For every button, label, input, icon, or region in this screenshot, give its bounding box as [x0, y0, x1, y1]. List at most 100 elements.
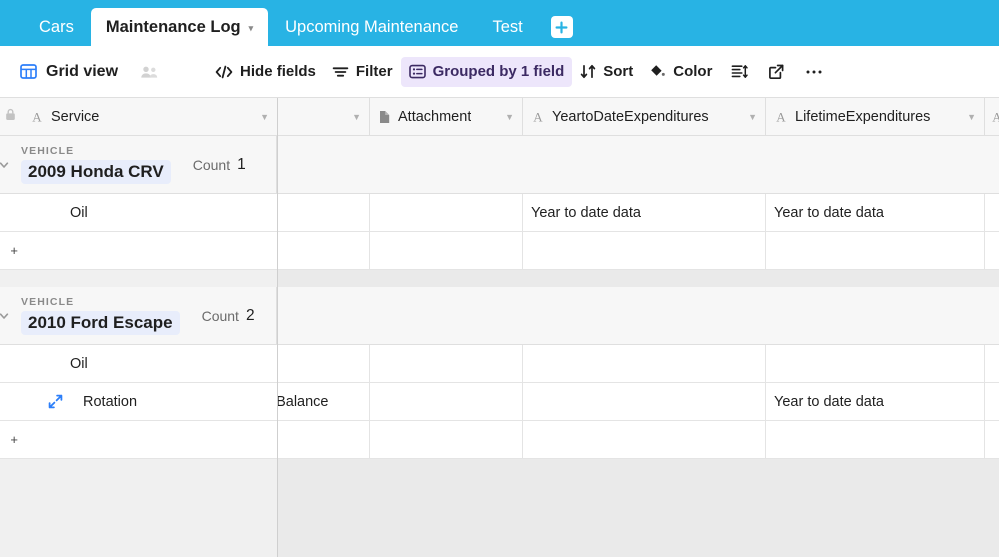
text-field-icon: A	[30, 110, 44, 124]
expand-record-icon[interactable]	[46, 393, 64, 411]
filter-button[interactable]: Filter	[324, 57, 401, 87]
cell-attachment[interactable]	[370, 383, 523, 420]
column-header-label: Attachment	[398, 108, 472, 125]
column-header-partial[interactable]: A	[985, 98, 999, 135]
cell-partial[interactable]	[985, 383, 999, 420]
tab-cars[interactable]: Cars	[22, 8, 91, 46]
group-header-ford: VEHICLE 2010 Ford Escape Count 2	[0, 287, 999, 345]
cell-partial[interactable]	[985, 345, 999, 382]
group-count-label: Count	[201, 307, 239, 324]
add-row-ford[interactable]: +	[0, 421, 999, 459]
sort-button[interactable]: Sort	[572, 57, 641, 87]
cell-clipped[interactable]: r	[278, 345, 370, 382]
add-row-cell[interactable]	[985, 232, 999, 269]
cell-lifetime[interactable]: Year to date data	[766, 194, 985, 231]
cell-value: Rotation	[83, 393, 138, 410]
color-button[interactable]: Color	[641, 57, 720, 87]
tab-test[interactable]: Test	[476, 8, 540, 46]
attachment-field-icon	[378, 110, 391, 124]
share-view-button[interactable]	[759, 57, 794, 87]
collaborators-icon[interactable]	[140, 65, 159, 79]
add-row-honda[interactable]: +	[0, 232, 999, 270]
add-row-cell[interactable]	[523, 232, 766, 269]
row-height-button[interactable]	[722, 57, 757, 87]
column-header-lifetime[interactable]: A LifetimeExpenditures ▼	[766, 98, 985, 135]
add-row-cell[interactable]	[766, 232, 985, 269]
svg-text:A: A	[992, 110, 999, 124]
hide-fields-button[interactable]: Hide fields	[207, 57, 324, 87]
group-label: Grouped by 1 field	[432, 63, 565, 80]
add-row-cell[interactable]	[22, 421, 278, 458]
column-header-row: A Service ▼ e ▼ Attachment ▼	[0, 98, 999, 136]
column-header-label: LifetimeExpenditures	[795, 108, 931, 125]
tab-label: Test	[492, 17, 523, 36]
chevron-down-icon[interactable]: ▼	[740, 112, 757, 122]
lock-icon	[5, 108, 16, 125]
column-header-ytd[interactable]: A YeartoDateExpenditures ▼	[523, 98, 766, 135]
add-row-cell[interactable]	[766, 421, 985, 458]
add-table-button[interactable]	[550, 16, 573, 38]
add-row-cell[interactable]	[523, 421, 766, 458]
view-switcher-button[interactable]: Grid view	[12, 57, 126, 87]
cell-lifetime[interactable]	[766, 345, 985, 382]
column-header-clipped[interactable]: e ▼	[278, 98, 370, 135]
group-button[interactable]: Grouped by 1 field	[400, 56, 573, 87]
add-row-cell[interactable]	[370, 421, 523, 458]
cell-ytd[interactable]	[523, 383, 766, 420]
table-row[interactable]: Oil r Year to date data Year to date dat…	[0, 194, 999, 232]
cell-value: Year to date data	[774, 393, 884, 410]
hide-fields-label: Hide fields	[240, 63, 316, 80]
table-row[interactable]: Oil r	[0, 345, 999, 383]
cell-service[interactable]: Rotation	[22, 383, 278, 420]
group-count[interactable]: Count 1	[193, 156, 246, 174]
table-tab-bar: Cars Maintenance Log ▾ Upcoming Maintena…	[0, 0, 999, 46]
add-row-cell[interactable]	[22, 232, 278, 269]
group-icon	[408, 64, 426, 79]
hide-fields-icon	[215, 65, 233, 79]
chevron-down-icon[interactable]: ▼	[252, 112, 269, 122]
chevron-down-icon[interactable]: ▾	[249, 23, 254, 33]
add-row-icon[interactable]: +	[10, 244, 18, 257]
add-row-cell[interactable]	[278, 232, 370, 269]
tab-upcoming-maintenance[interactable]: Upcoming Maintenance	[268, 8, 475, 46]
more-options-button[interactable]	[796, 57, 832, 87]
chevron-down-icon[interactable]: ▼	[497, 112, 514, 122]
cell-partial[interactable]	[985, 194, 999, 231]
add-row-cell[interactable]	[278, 421, 370, 458]
cell-attachment[interactable]	[370, 345, 523, 382]
column-header-attachment[interactable]: Attachment ▼	[370, 98, 523, 135]
text-field-icon: A	[774, 110, 788, 124]
group-field-label: VEHICLE	[21, 144, 75, 157]
filter-icon	[332, 65, 349, 79]
group-separator	[0, 270, 999, 287]
group-count-value: 1	[237, 155, 246, 173]
chevron-down-icon[interactable]: ▼	[959, 112, 976, 122]
cell-service[interactable]: Oil	[22, 194, 278, 231]
column-header-service[interactable]: A Service ▼	[22, 98, 278, 135]
group-field-label: VEHICLE	[21, 295, 75, 308]
cell-ytd[interactable]	[523, 345, 766, 382]
row-gutter: +	[0, 232, 22, 269]
group-value-chip: 2009 Honda CRV	[21, 159, 171, 185]
group-collapse-toggle[interactable]	[0, 161, 13, 169]
svg-text:A: A	[533, 110, 543, 124]
cell-clipped[interactable]: r	[278, 194, 370, 231]
cell-ytd[interactable]: Year to date data	[523, 194, 766, 231]
chevron-down-icon[interactable]: ▼	[344, 112, 361, 122]
group-count[interactable]: Count 2	[202, 307, 255, 325]
table-row[interactable]: Rotation n/Balance Year to date data	[0, 383, 999, 421]
tab-maintenance-log[interactable]: Maintenance Log ▾	[90, 8, 269, 46]
group-value-chip: 2010 Ford Escape	[21, 310, 180, 336]
add-row-cell[interactable]	[370, 232, 523, 269]
cell-lifetime[interactable]: Year to date data	[766, 383, 985, 420]
group-header-filler	[277, 287, 999, 344]
add-row-icon[interactable]: +	[10, 433, 18, 446]
cell-clipped[interactable]: n/Balance	[278, 383, 370, 420]
group-collapse-toggle[interactable]	[0, 312, 13, 320]
add-row-cell[interactable]	[985, 421, 999, 458]
row-gutter	[0, 194, 22, 231]
view-name-label: Grid view	[46, 62, 119, 80]
cell-attachment[interactable]	[370, 194, 523, 231]
svg-text:A: A	[32, 110, 42, 124]
cell-service[interactable]: Oil	[22, 345, 278, 382]
